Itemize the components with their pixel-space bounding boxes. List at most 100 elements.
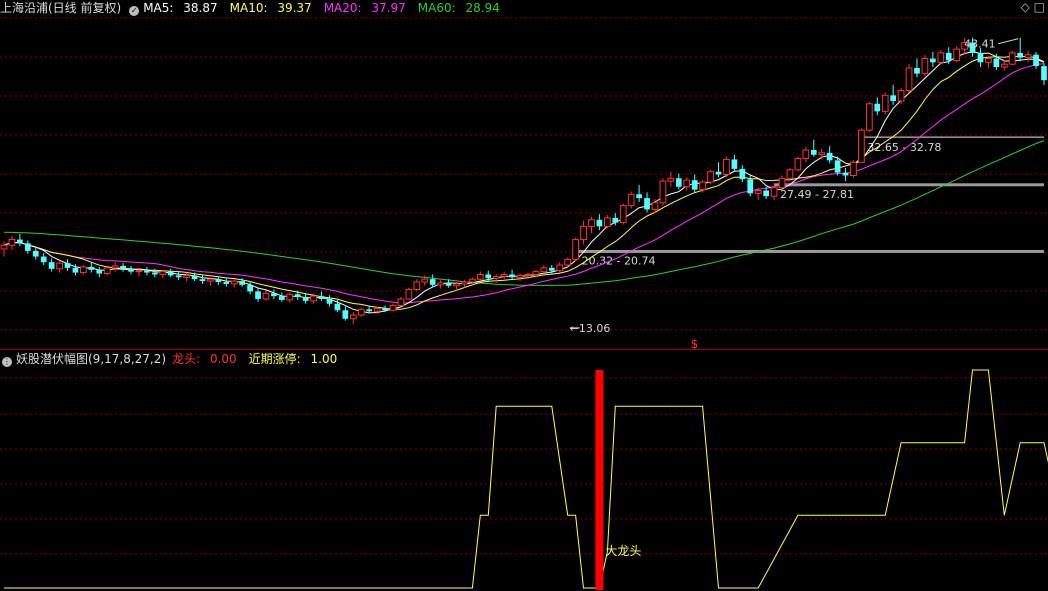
high-price-label: 43.41 bbox=[964, 38, 996, 51]
candle-body bbox=[977, 52, 984, 63]
candle-body bbox=[88, 266, 95, 270]
candle-body bbox=[1000, 63, 1008, 68]
candle-body bbox=[564, 258, 572, 266]
candle-body bbox=[405, 289, 413, 300]
candlesticks bbox=[0, 37, 1047, 324]
candle-body bbox=[865, 103, 873, 131]
candle-body bbox=[985, 58, 992, 63]
candle-body bbox=[461, 281, 468, 285]
candle-body bbox=[255, 291, 261, 299]
candle-body bbox=[453, 283, 460, 287]
candle-body bbox=[524, 273, 532, 276]
candle-body bbox=[389, 305, 397, 311]
candle-body bbox=[247, 284, 253, 292]
candle-body bbox=[56, 262, 63, 270]
dollar-marker: $ bbox=[691, 337, 699, 351]
candle-body bbox=[509, 274, 515, 278]
candle-body bbox=[644, 198, 650, 210]
candle-body bbox=[619, 205, 627, 224]
candle-body bbox=[921, 58, 929, 75]
candle-body bbox=[445, 282, 452, 286]
candle-body bbox=[159, 271, 167, 275]
candle-body bbox=[914, 67, 920, 74]
range-bar bbox=[575, 249, 1044, 253]
candle-body bbox=[786, 169, 794, 179]
candle-body bbox=[747, 179, 754, 194]
candle-body bbox=[945, 52, 952, 61]
candle-body bbox=[818, 152, 826, 156]
candle-body bbox=[754, 190, 762, 194]
candle-body bbox=[485, 274, 492, 279]
candle-body bbox=[707, 171, 714, 183]
candle-body bbox=[588, 219, 595, 227]
chart-canvas[interactable]: 20.32 - 20.7427.49 - 27.8132.65 - 32.78 … bbox=[0, 0, 1048, 591]
candle-body bbox=[8, 239, 16, 246]
candle-body bbox=[183, 274, 190, 278]
candle-body bbox=[175, 275, 182, 278]
candle-body bbox=[993, 58, 1000, 68]
candle-body bbox=[310, 295, 317, 302]
candle-body bbox=[881, 94, 889, 112]
candle-body bbox=[239, 281, 246, 285]
candle-body bbox=[1024, 54, 1032, 59]
candle-body bbox=[802, 149, 810, 159]
indicator-line bbox=[4, 369, 1048, 589]
candle-body bbox=[223, 282, 230, 284]
candle-body bbox=[215, 279, 222, 282]
candle-body bbox=[612, 217, 619, 223]
candle-body bbox=[683, 179, 691, 188]
dragon-signal-bar bbox=[595, 370, 604, 590]
candle-body bbox=[302, 297, 309, 301]
candle-body bbox=[1017, 52, 1024, 58]
candle-body bbox=[1033, 54, 1039, 67]
candle-body bbox=[421, 278, 429, 283]
candle-body bbox=[739, 168, 746, 180]
candle-body bbox=[858, 129, 865, 163]
candle-body bbox=[778, 177, 786, 189]
candle-body bbox=[723, 158, 730, 176]
candle-body bbox=[128, 268, 134, 272]
candle-body bbox=[151, 272, 158, 275]
candle-body bbox=[492, 275, 500, 279]
candle-body bbox=[516, 274, 524, 278]
range-bar bbox=[861, 136, 1044, 138]
candle-body bbox=[17, 239, 23, 244]
candle-body bbox=[286, 293, 294, 301]
candle-body bbox=[349, 314, 357, 320]
candle-body bbox=[1041, 66, 1047, 81]
candle-body bbox=[0, 244, 8, 250]
candle-body bbox=[572, 239, 579, 260]
candle-body bbox=[279, 296, 285, 300]
candle-body bbox=[262, 292, 270, 300]
candle-body bbox=[429, 279, 436, 285]
range-label: 32.65 - 32.78 bbox=[867, 141, 941, 154]
candle-body bbox=[271, 293, 277, 297]
candle-body bbox=[834, 160, 841, 173]
candle-body bbox=[850, 161, 857, 176]
candle-body bbox=[699, 181, 706, 191]
candle-body bbox=[437, 282, 444, 286]
candle-body bbox=[120, 265, 126, 269]
candle-body bbox=[770, 187, 778, 197]
candle-body bbox=[763, 190, 769, 197]
candle-body bbox=[191, 275, 198, 280]
candle-body bbox=[636, 194, 642, 199]
candle-body bbox=[731, 159, 738, 169]
candle-body bbox=[167, 271, 174, 276]
candle-body bbox=[500, 273, 508, 277]
candle-body bbox=[794, 157, 802, 171]
candle-body bbox=[72, 267, 79, 273]
candle-body bbox=[199, 279, 206, 282]
candle-body bbox=[64, 263, 71, 268]
candle-body bbox=[32, 250, 39, 257]
candle-body bbox=[373, 307, 381, 312]
candle-body bbox=[144, 270, 150, 273]
candle-body bbox=[596, 219, 603, 227]
low-price-label: ←13.06 bbox=[570, 322, 611, 335]
candle-body bbox=[24, 243, 31, 251]
candle-body bbox=[135, 270, 143, 273]
candle-body bbox=[103, 267, 111, 275]
candle-body bbox=[548, 267, 555, 271]
range-label: 27.49 - 27.81 bbox=[780, 188, 854, 201]
candle-body bbox=[230, 280, 238, 285]
